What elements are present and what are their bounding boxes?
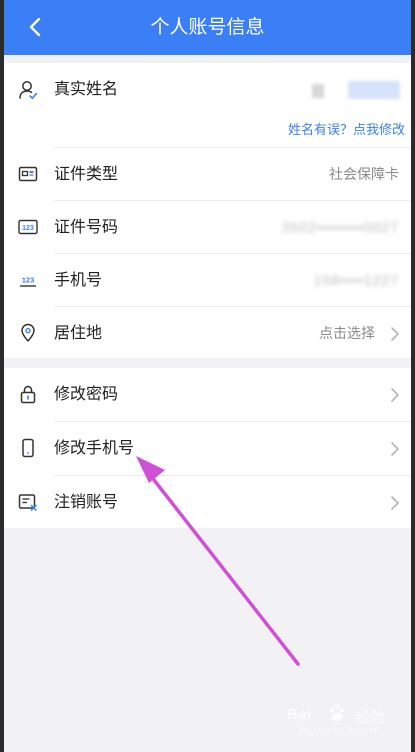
residence-value: 点击选择 xyxy=(319,325,375,341)
lock-icon xyxy=(20,385,36,404)
real-name-value-masked-2 xyxy=(348,81,400,99)
change-phone-label: 修改手机号 xyxy=(54,440,135,457)
real-name-label: 真实姓名 xyxy=(54,81,119,98)
chevron-right-icon xyxy=(391,388,399,402)
location-pin-icon xyxy=(21,323,35,342)
chevron-right-icon xyxy=(391,496,399,510)
number-123-icon: 123 xyxy=(18,219,38,235)
app-header: 个人账号信息 xyxy=(4,0,411,55)
svg-text:123: 123 xyxy=(22,225,34,232)
real-name-value-masked xyxy=(312,84,324,98)
chevron-right-icon xyxy=(391,442,399,456)
phone-value: 158••••1227 xyxy=(313,272,399,288)
baidu-watermark: Bai 经验 jingyan.baidu.com xyxy=(287,700,411,740)
paw-logo-icon xyxy=(329,704,345,722)
residence-label: 居住地 xyxy=(54,325,103,342)
watermark-suffix: 经验 xyxy=(355,709,386,726)
mobile-phone-icon xyxy=(22,438,34,458)
id-number-value: 3502••••••••0027 xyxy=(281,219,399,235)
id-number-row: 123 证件号码 3502••••••••0027 xyxy=(4,201,411,254)
watermark-url: jingyan.baidu.com xyxy=(299,726,380,737)
id-type-label: 证件类型 xyxy=(54,166,119,183)
cancel-account-label: 注销账号 xyxy=(54,494,119,511)
security-section: 修改密码 修改手机号 注销账号 xyxy=(4,368,411,528)
profile-section: 真实姓名 姓名有误？点我修改 证件类型 社会保障卡 123 证件号码 3502•… xyxy=(4,63,411,358)
change-phone-row[interactable]: 修改手机号 xyxy=(4,422,411,475)
change-password-label: 修改密码 xyxy=(54,386,119,403)
page-title: 个人账号信息 xyxy=(150,17,265,38)
phone-number-icon: 123 xyxy=(20,276,36,287)
screen: 个人账号信息 真实姓名 姓名有误？点我修改 证件类型 社会保障卡 123 证件号… xyxy=(4,0,411,752)
watermark-brand: Bai xyxy=(287,706,312,723)
id-number-label: 证件号码 xyxy=(54,219,119,236)
phone-row: 123 手机号 158••••1227 xyxy=(4,254,411,307)
id-type-row: 证件类型 社会保障卡 xyxy=(4,148,411,201)
id-type-value: 社会保障卡 xyxy=(329,166,399,182)
cancel-account-icon xyxy=(18,494,38,512)
chevron-right-icon xyxy=(391,327,399,341)
svg-text:123: 123 xyxy=(22,276,35,285)
edit-name-link[interactable]: 姓名有误？点我修改 xyxy=(288,119,405,138)
phone-label: 手机号 xyxy=(54,272,103,289)
residence-row[interactable]: 居住地 点击选择 xyxy=(4,307,411,360)
change-password-row[interactable]: 修改密码 xyxy=(4,368,411,421)
user-verified-icon xyxy=(19,81,38,100)
id-card-icon xyxy=(18,166,38,182)
cancel-account-row[interactable]: 注销账号 xyxy=(4,476,411,529)
